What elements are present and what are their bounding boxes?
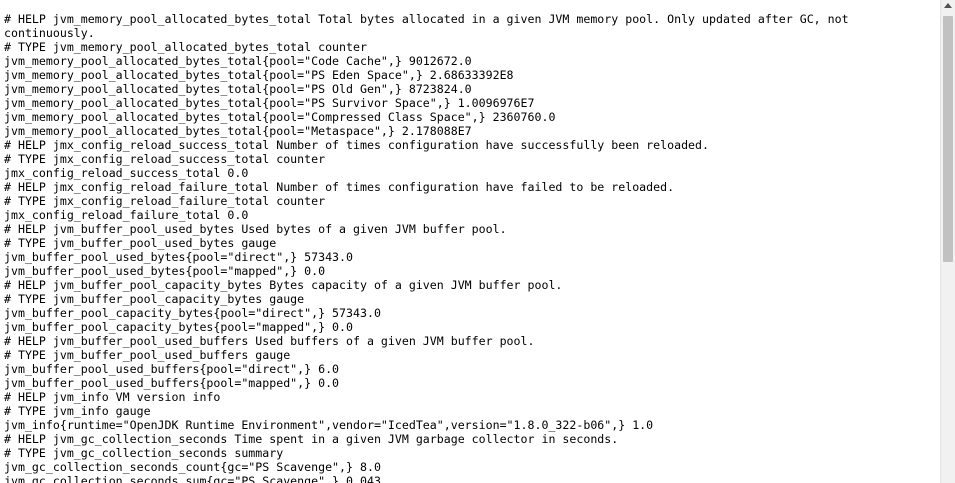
metrics-line: # HELP jvm_buffer_pool_capacity_bytes By… [4,278,563,292]
metrics-line: jvm_memory_pool_allocated_bytes_total{po… [4,68,514,82]
metrics-line: jvm_buffer_pool_capacity_bytes{pool="dir… [4,306,381,320]
metrics-line: jvm_memory_pool_allocated_bytes_total{po… [4,54,472,68]
metrics-line: # TYPE jvm_gc_collection_seconds summary [4,446,284,460]
metrics-line: # HELP jvm_buffer_pool_used_buffers Used… [4,334,535,348]
metrics-line: jvm_buffer_pool_used_buffers{pool="mappe… [4,376,340,390]
metrics-line: # TYPE jvm_info gauge [4,404,151,418]
metrics-line: jvm_buffer_pool_capacity_bytes{pool="map… [4,320,354,334]
metrics-line: jvm_gc_collection_seconds_sum{gc="PS Sca… [4,474,381,483]
metrics-line: jvm_gc_collection_seconds_count{gc="PS S… [4,460,381,474]
plain-text-document: # HELP jvm_memory_pool_allocated_bytes_t… [0,0,938,483]
metrics-line: # TYPE jvm_buffer_pool_used_buffers gaug… [4,348,291,362]
scroll-up-arrow-icon[interactable] [944,3,952,8]
metrics-line: # HELP jvm_info VM version info [4,390,221,404]
metrics-line: # HELP jmx_config_reload_failure_total N… [4,180,675,194]
metrics-line: # TYPE jvm_buffer_pool_capacity_bytes ga… [4,292,305,306]
metrics-line: jmx_config_reload_success_total 0.0 [4,166,249,180]
metrics-line: jvm_memory_pool_allocated_bytes_total{po… [4,124,472,138]
metrics-line: # TYPE jmx_config_reload_failure_total c… [4,194,326,208]
vertical-scrollbar[interactable] [940,0,955,483]
metrics-line: jvm_buffer_pool_used_bytes{pool="mapped"… [4,264,326,278]
metrics-line: # TYPE jvm_buffer_pool_used_bytes gauge [4,236,277,250]
metrics-line: jvm_memory_pool_allocated_bytes_total{po… [4,82,472,96]
metrics-line: jmx_config_reload_failure_total 0.0 [4,208,249,222]
browser-viewport: # HELP jvm_memory_pool_allocated_bytes_t… [0,0,955,483]
metrics-line: jvm_memory_pool_allocated_bytes_total{po… [4,110,556,124]
metrics-line: # HELP jvm_buffer_pool_used_bytes Used b… [4,222,507,236]
metrics-line: # TYPE jmx_config_reload_success_total c… [4,152,326,166]
metrics-line: jvm_info{runtime="OpenJDK Runtime Enviro… [4,418,654,432]
metrics-text: # HELP jvm_memory_pool_allocated_bytes_t… [0,0,864,483]
metrics-line: jvm_memory_pool_allocated_bytes_total{po… [4,96,535,110]
metrics-line: # HELP jmx_config_reload_success_total N… [4,138,709,152]
metrics-line: # HELP jvm_gc_collection_seconds Time sp… [4,432,619,446]
metrics-line: # HELP jvm_memory_pool_allocated_bytes_t… [4,12,856,40]
metrics-line: # TYPE jvm_memory_pool_allocated_bytes_t… [4,40,367,54]
scrollbar-thumb[interactable] [943,16,953,262]
metrics-line: jvm_buffer_pool_used_bytes{pool="direct"… [4,250,354,264]
metrics-line: jvm_buffer_pool_used_buffers{pool="direc… [4,362,340,376]
